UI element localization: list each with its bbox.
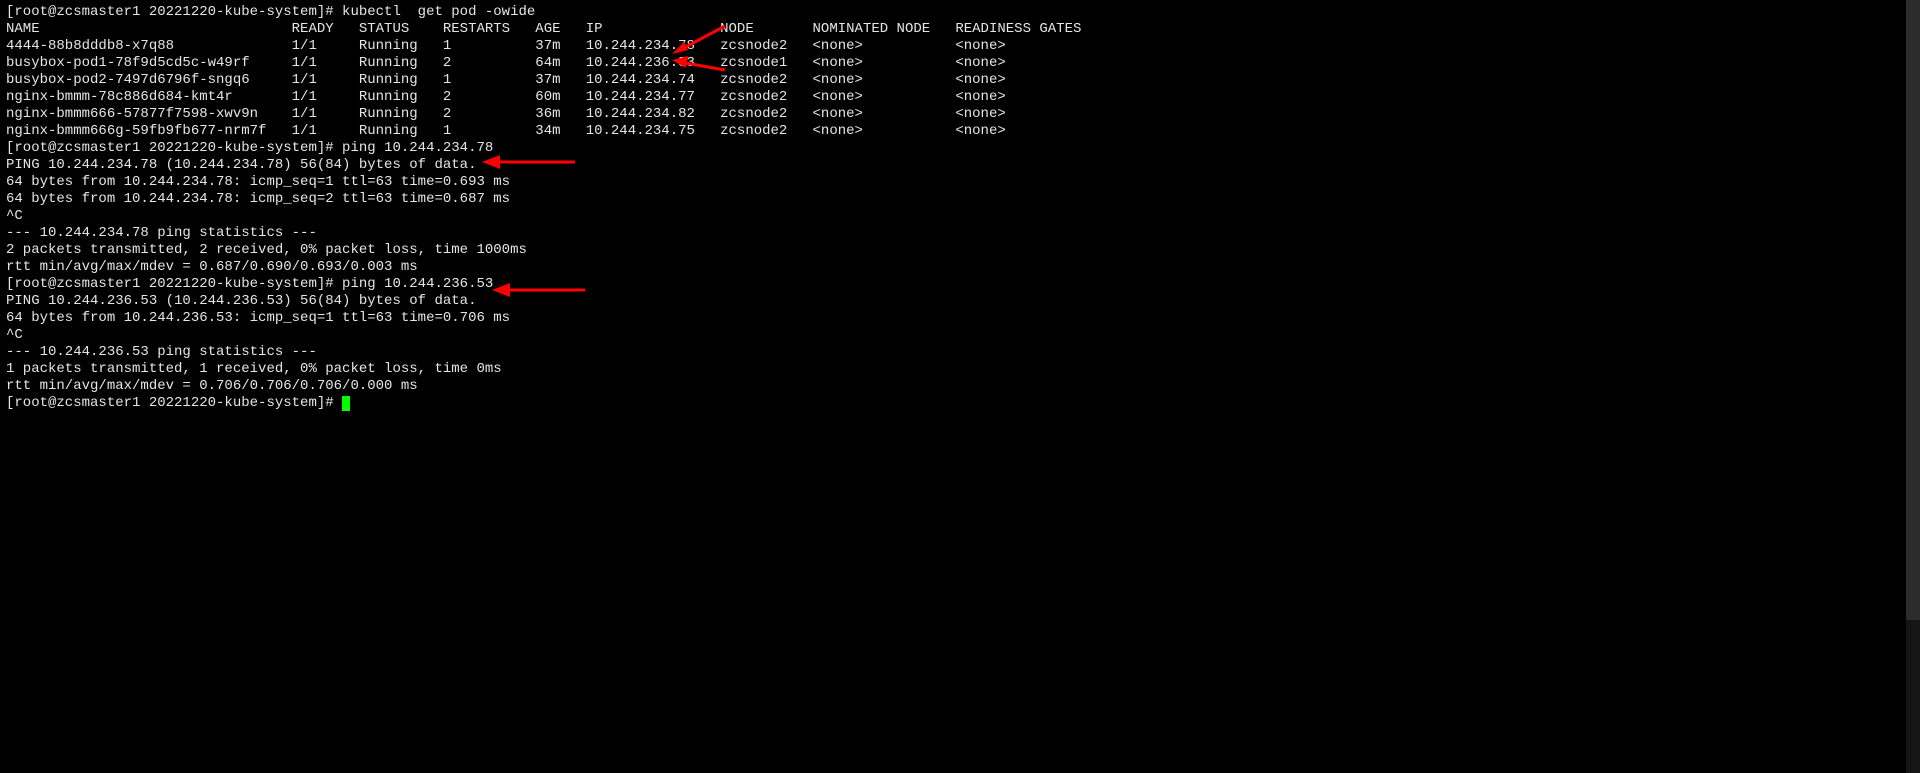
terminal-line: 64 bytes from 10.244.234.78: icmp_seq=2 … [6,191,1914,208]
terminal-line: [root@zcsmaster1 20221220-kube-system]# … [6,140,1914,157]
terminal-line: 64 bytes from 10.244.236.53: icmp_seq=1 … [6,310,1914,327]
terminal-prompt-line[interactable]: [root@zcsmaster1 20221220-kube-system]# [6,395,1914,412]
terminal-line: 4444-88b8dddb8-x7q88 1/1 Running 1 37m 1… [6,38,1914,55]
terminal-line: --- 10.244.234.78 ping statistics --- [6,225,1914,242]
terminal-line: [root@zcsmaster1 20221220-kube-system]# … [6,4,1914,21]
terminal-line: busybox-pod2-7497d6796f-sngq6 1/1 Runnin… [6,72,1914,89]
terminal-output[interactable]: [root@zcsmaster1 20221220-kube-system]# … [6,4,1914,412]
terminal-line: ^C [6,208,1914,225]
terminal-line: rtt min/avg/max/mdev = 0.687/0.690/0.693… [6,259,1914,276]
terminal-line: nginx-bmmm666-57877f7598-xwv9n 1/1 Runni… [6,106,1914,123]
terminal-line: busybox-pod1-78f9d5cd5c-w49rf 1/1 Runnin… [6,55,1914,72]
terminal-line: [root@zcsmaster1 20221220-kube-system]# … [6,276,1914,293]
terminal-line: NAME READY STATUS RESTARTS AGE IP NODE N… [6,21,1914,38]
cursor [342,396,350,411]
terminal-line: --- 10.244.236.53 ping statistics --- [6,344,1914,361]
terminal-line: nginx-bmmm666g-59fb9fb677-nrm7f 1/1 Runn… [6,123,1914,140]
terminal-line: PING 10.244.234.78 (10.244.234.78) 56(84… [6,157,1914,174]
terminal-line: ^C [6,327,1914,344]
terminal-line: 2 packets transmitted, 2 received, 0% pa… [6,242,1914,259]
terminal-line: 1 packets transmitted, 1 received, 0% pa… [6,361,1914,378]
terminal-line: PING 10.244.236.53 (10.244.236.53) 56(84… [6,293,1914,310]
scrollbar-thumb[interactable] [1906,0,1920,620]
terminal-line: nginx-bmmm-78c886d684-kmt4r 1/1 Running … [6,89,1914,106]
terminal-line: rtt min/avg/max/mdev = 0.706/0.706/0.706… [6,378,1914,395]
terminal-line: 64 bytes from 10.244.234.78: icmp_seq=1 … [6,174,1914,191]
